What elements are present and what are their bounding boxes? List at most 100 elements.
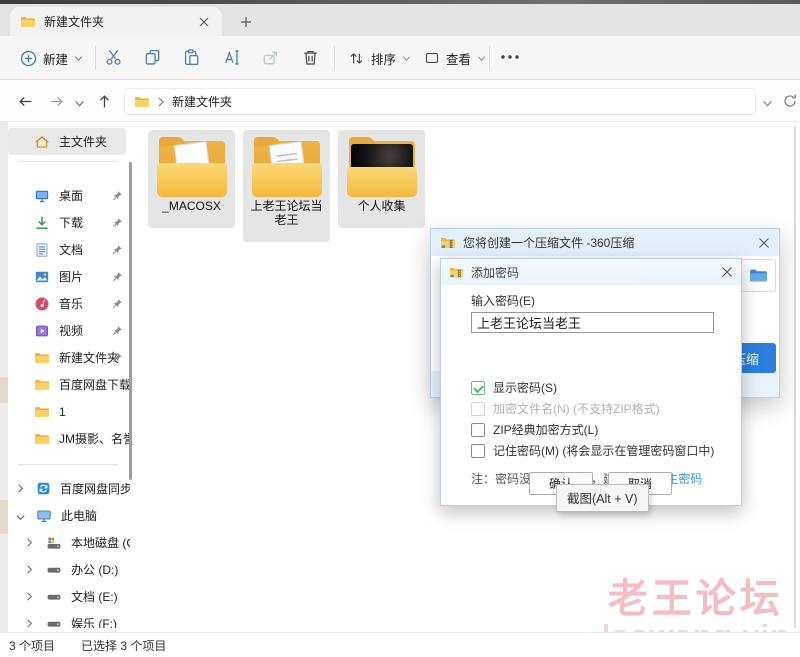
chevron-right-icon bbox=[157, 97, 165, 107]
drive-c-icon bbox=[46, 535, 62, 551]
folder-tile-label: 个人收集 bbox=[338, 197, 425, 213]
zip-folder-icon bbox=[449, 265, 464, 280]
new-tab-button[interactable] bbox=[236, 12, 256, 32]
folder-large-icon bbox=[346, 137, 418, 197]
copy-icon[interactable] bbox=[143, 48, 162, 67]
back-icon[interactable] bbox=[17, 93, 34, 110]
share-icon[interactable] bbox=[261, 48, 280, 67]
option-encrypt-filenames: 加密文件名(N) (不支持ZIP格式) bbox=[471, 398, 741, 419]
password-dialog-close-icon[interactable] bbox=[721, 266, 733, 278]
rename-icon[interactable] bbox=[222, 48, 241, 67]
content-scrollbar[interactable] bbox=[794, 126, 796, 628]
toolbar-separator bbox=[95, 46, 96, 70]
sidebar-item-baidu-sync[interactable]: 百度网盘同步空 bbox=[8, 475, 130, 502]
videos-icon bbox=[34, 323, 50, 339]
option-zip-classic[interactable]: ZIP经典加密方式(L) bbox=[471, 419, 741, 440]
chevron-down-icon bbox=[477, 54, 486, 63]
compress-dialog-title: 您将创建一个压缩文件 -360压缩 bbox=[463, 234, 634, 251]
toolbar-separator bbox=[334, 46, 335, 70]
folder-tile-macosx[interactable]: _MACOSX bbox=[148, 130, 235, 228]
sidebar-item-documents[interactable]: 文档 bbox=[8, 236, 130, 263]
status-bar: 3 个项目 已选择 3 个项目 bbox=[0, 632, 800, 657]
new-button[interactable]: 新建 bbox=[14, 45, 89, 71]
pin-icon bbox=[111, 271, 123, 283]
sidebar-item-music[interactable]: 音乐 bbox=[8, 290, 130, 317]
watermark-line1: 老王论坛 bbox=[602, 578, 790, 620]
checkbox-unchecked[interactable] bbox=[471, 444, 485, 458]
sort-arrows-icon bbox=[348, 50, 365, 67]
delete-icon[interactable] bbox=[301, 48, 320, 67]
browse-folder-icon bbox=[749, 266, 768, 285]
refresh-icon[interactable] bbox=[782, 93, 798, 109]
tab-bar: 新建文件夹 bbox=[0, 4, 800, 36]
sidebar-item-1[interactable]: 1 bbox=[8, 398, 130, 425]
folder-large-icon bbox=[156, 137, 228, 197]
folder-icon bbox=[134, 94, 150, 110]
sidebar-item-jm[interactable]: JM摄影、名誉伟 bbox=[8, 425, 130, 452]
sidebar-item-this-pc[interactable]: 此电脑 bbox=[8, 502, 130, 529]
compress-dialog-titlebar: 您将创建一个压缩文件 -360压缩 bbox=[431, 229, 779, 256]
chevron-right-icon[interactable] bbox=[25, 619, 34, 628]
sidebar-item-home[interactable]: 主文件夹 bbox=[8, 128, 126, 155]
compress-dialog-close-icon[interactable] bbox=[758, 237, 770, 249]
option-remember-password[interactable]: 记住密码(M) (将会显示在管理密码窗口中) bbox=[471, 440, 741, 461]
up-icon[interactable] bbox=[96, 93, 113, 110]
command-toolbar: 新建 排序 查看 bbox=[0, 36, 800, 80]
tab-new-folder[interactable]: 新建文件夹 bbox=[10, 7, 222, 36]
chevron-right-icon[interactable] bbox=[16, 484, 25, 493]
baidu-sync-icon bbox=[36, 481, 51, 496]
sort-label: 排序 bbox=[371, 49, 396, 68]
checkbox-checked[interactable] bbox=[471, 381, 485, 395]
sidebar-scrollbar[interactable] bbox=[129, 162, 132, 480]
sidebar-divider bbox=[18, 464, 118, 465]
recent-locations-icon[interactable] bbox=[74, 98, 85, 109]
view-button[interactable]: 查看 bbox=[420, 45, 490, 71]
sidebar-item-drive-f[interactable]: 娱乐 (F:) bbox=[8, 610, 130, 628]
new-button-label: 新建 bbox=[43, 49, 68, 68]
plus-circle-icon bbox=[20, 50, 37, 67]
cut-icon[interactable] bbox=[104, 48, 123, 67]
folder-icon bbox=[34, 350, 50, 366]
sort-button[interactable]: 排序 bbox=[344, 45, 415, 71]
paste-icon[interactable] bbox=[182, 48, 201, 67]
desktop-edge bbox=[0, 122, 8, 657]
sidebar-item-baidu-download[interactable]: 百度网盘下载 bbox=[8, 371, 130, 398]
option-show-password[interactable]: 显示密码(S) bbox=[471, 377, 741, 398]
password-input[interactable] bbox=[471, 312, 714, 333]
sidebar-item-videos[interactable]: 视频 bbox=[8, 317, 130, 344]
sidebar-item-downloads[interactable]: 下载 bbox=[8, 209, 130, 236]
folder-icon bbox=[34, 377, 50, 393]
forward-icon[interactable] bbox=[48, 93, 65, 110]
home-icon bbox=[34, 134, 50, 150]
music-icon bbox=[34, 296, 50, 312]
browse-folder-button[interactable] bbox=[740, 259, 776, 292]
tab-title: 新建文件夹 bbox=[44, 13, 104, 30]
checkbox-unchecked[interactable] bbox=[471, 423, 485, 437]
zip-folder-icon bbox=[440, 235, 456, 251]
folder-tile-laowang[interactable]: 上老王论坛当老王 bbox=[243, 130, 330, 242]
screenshot-tooltip: 截图(Alt + V) bbox=[556, 484, 649, 512]
address-dropdown-icon[interactable] bbox=[762, 98, 773, 109]
drive-icon bbox=[46, 562, 62, 578]
tab-close-icon[interactable] bbox=[196, 14, 212, 30]
chevron-right-icon[interactable] bbox=[25, 592, 34, 601]
sidebar-item-drive-e[interactable]: 文档 (E:) bbox=[8, 583, 130, 610]
drive-icon bbox=[46, 616, 62, 629]
sidebar-item-pictures[interactable]: 图片 bbox=[8, 263, 130, 290]
chevron-right-icon[interactable] bbox=[25, 565, 34, 574]
sidebar-item-drive-c[interactable]: 本地磁盘 (C:) bbox=[8, 529, 130, 556]
sidebar-item-desktop[interactable]: 桌面 bbox=[8, 182, 130, 209]
folder-tile-collection[interactable]: 个人收集 bbox=[338, 130, 425, 228]
folder-icon bbox=[34, 431, 50, 447]
chevron-right-icon[interactable] bbox=[25, 538, 34, 547]
pictures-icon bbox=[34, 269, 50, 285]
checkbox-disabled bbox=[471, 402, 485, 416]
view-label: 查看 bbox=[446, 49, 471, 68]
folder-tile-label: _MACOSX bbox=[148, 197, 235, 213]
sidebar-item-new-folder[interactable]: 新建文件夹 bbox=[8, 344, 130, 371]
chevron-down-icon[interactable] bbox=[16, 513, 25, 522]
sidebar-item-drive-d[interactable]: 办公 (D:) bbox=[8, 556, 130, 583]
breadcrumb[interactable]: 新建文件夹 bbox=[124, 88, 756, 115]
password-options: 显示密码(S) 加密文件名(N) (不支持ZIP格式) ZIP经典加密方式(L)… bbox=[471, 377, 741, 461]
more-options-icon[interactable] bbox=[500, 54, 520, 60]
